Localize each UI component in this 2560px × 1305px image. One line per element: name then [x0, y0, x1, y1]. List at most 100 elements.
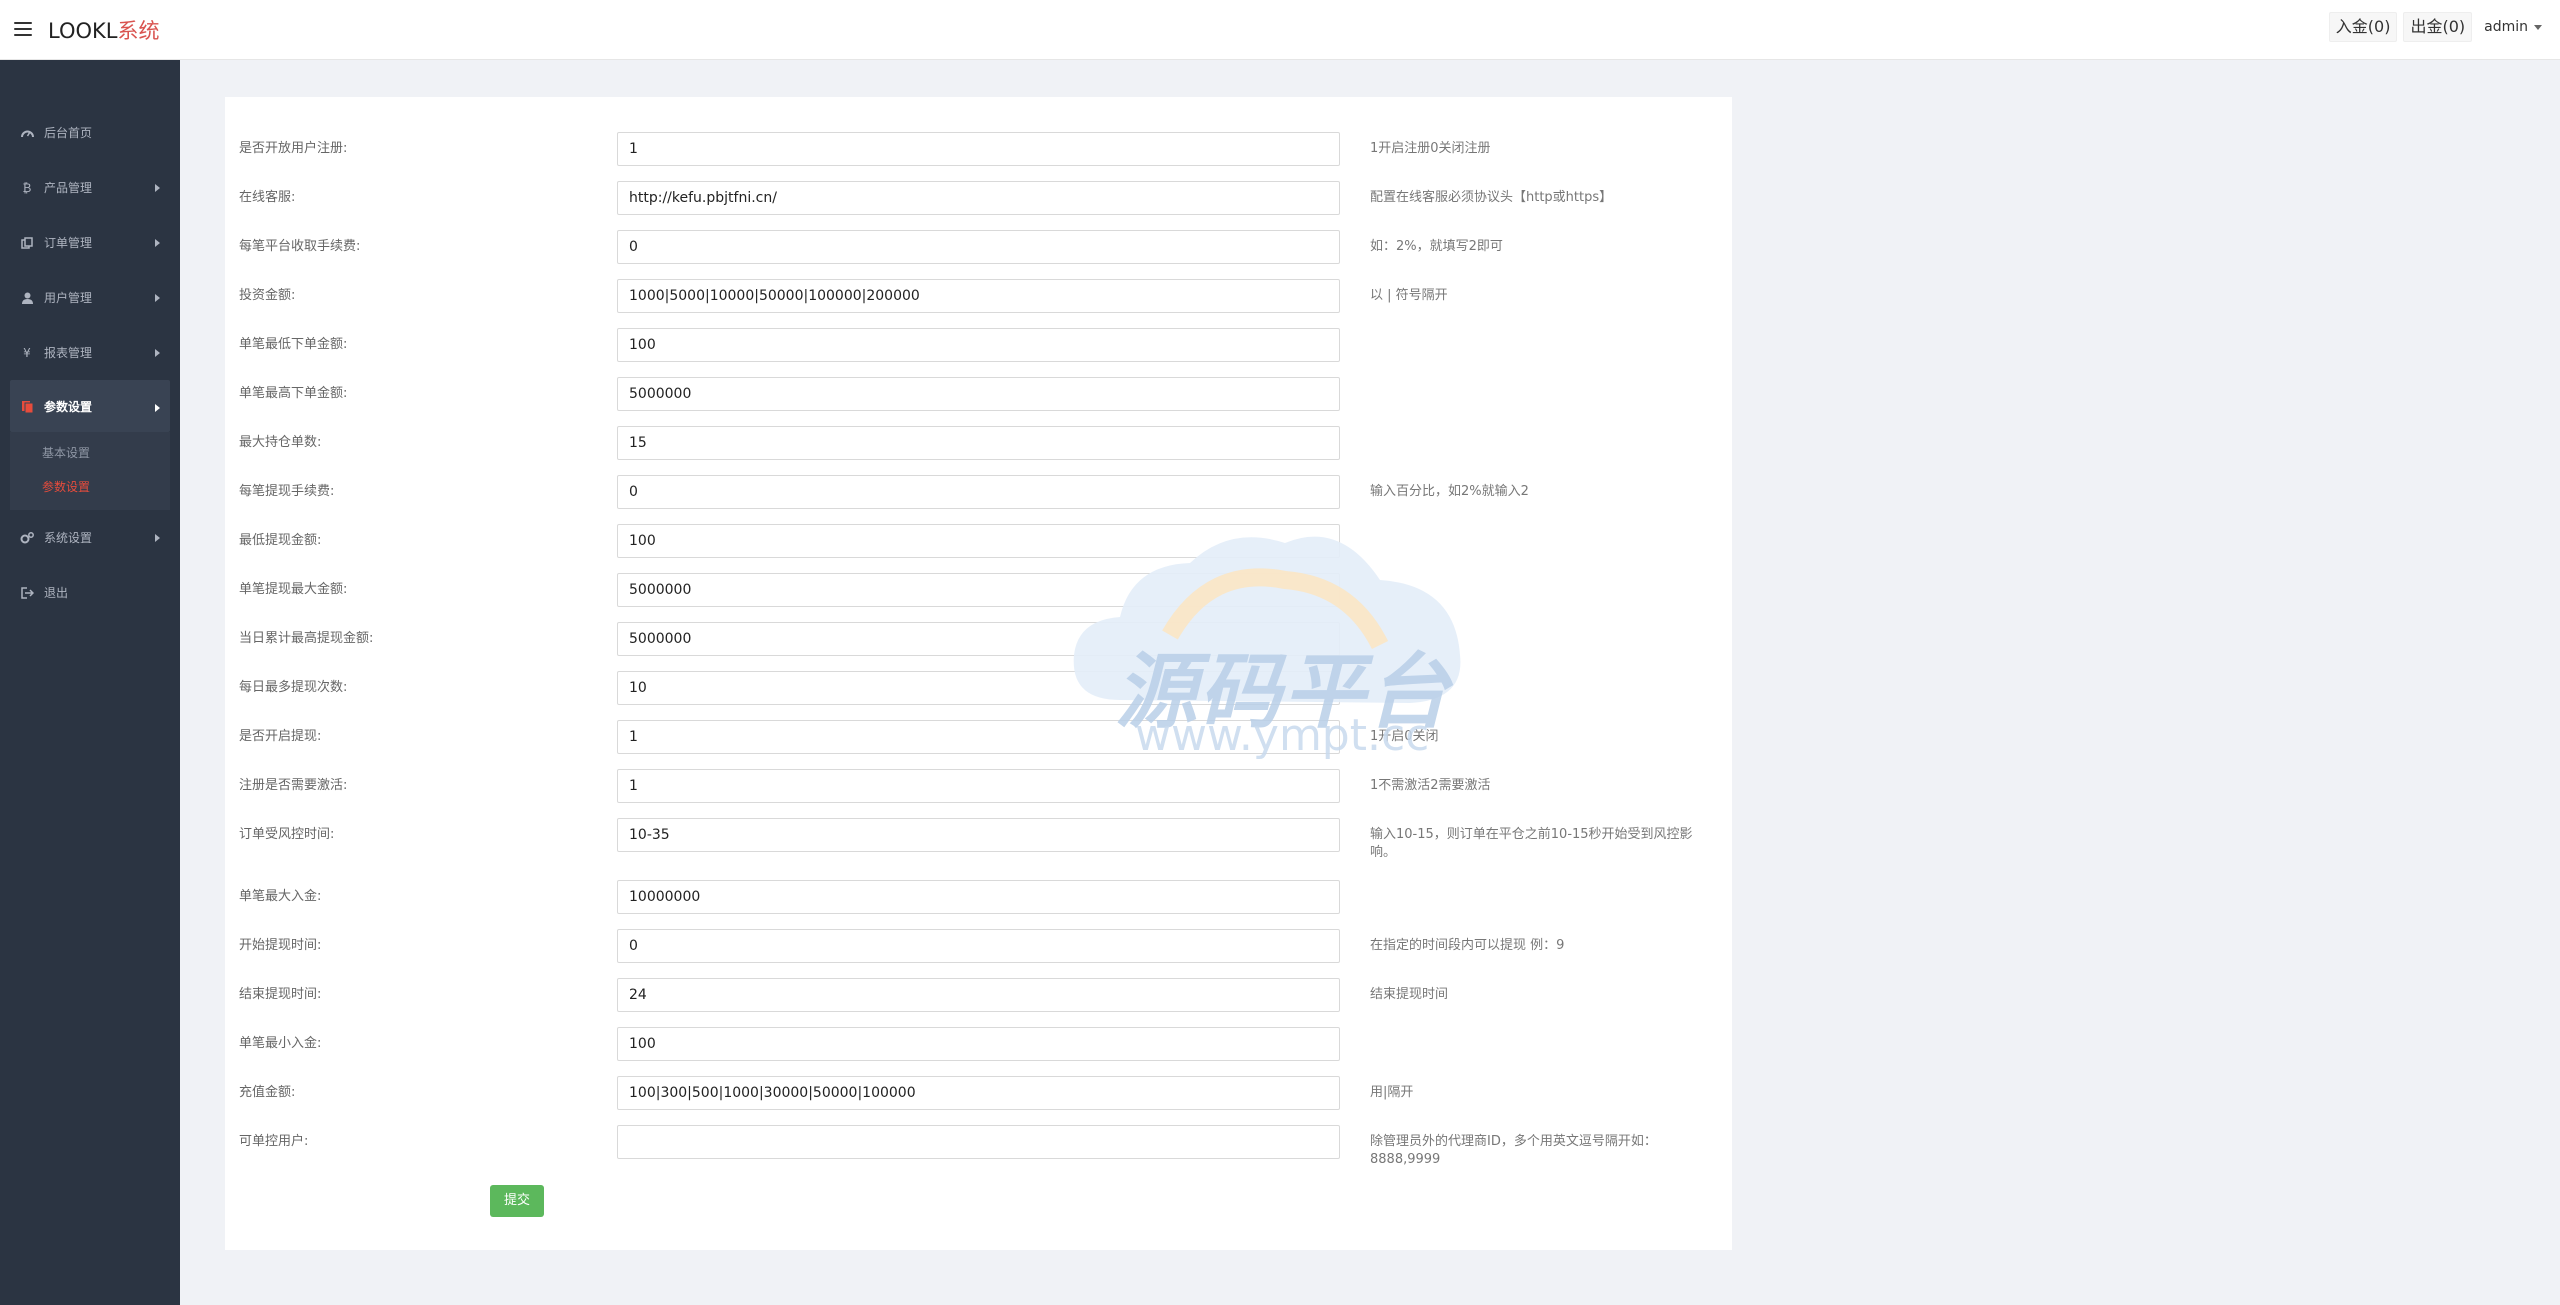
form-input[interactable] [617, 132, 1340, 166]
menu-toggle-icon[interactable] [14, 22, 32, 36]
form-hint: 如：2%，就填写2即可 [1370, 239, 1503, 254]
form-label: 是否开放用户注册: [239, 141, 348, 156]
form-hint [1370, 880, 1710, 888]
form-input[interactable] [617, 929, 1340, 963]
submenu-item-basic[interactable]: 基本设置 [10, 436, 170, 470]
sidebar-item-reports[interactable]: ¥ 报表管理 [0, 325, 180, 380]
submit-button[interactable]: 提交 [490, 1185, 544, 1217]
withdraw-button[interactable]: 出金(0) [2403, 12, 2473, 42]
sidebar-item-label: 后台首页 [44, 126, 93, 140]
yen-icon: ¥ [23, 345, 31, 360]
form-label: 开始提现时间: [239, 938, 322, 953]
sidebar-item-label: 用户管理 [44, 291, 93, 305]
sidebar-item-label: 产品管理 [44, 181, 93, 195]
form-label: 当日累计最高提现金额: [239, 631, 374, 646]
user-menu[interactable]: admin [2478, 13, 2548, 41]
sidebar-item-label: 订单管理 [44, 236, 93, 250]
deposit-button[interactable]: 入金(0) [2328, 12, 2398, 42]
form-hint: 除管理员外的代理商ID，多个用英文逗号隔开如：8888,9999 [1370, 1134, 1657, 1167]
form-hint: 结束提现时间 [1370, 987, 1449, 1002]
form-label: 可单控用户: [239, 1134, 309, 1149]
form-label: 单笔最大入金: [239, 889, 322, 904]
chevron-right-icon [155, 349, 160, 357]
form-label: 注册是否需要激活: [239, 778, 348, 793]
sidebar-item-label: 参数设置 [44, 399, 93, 414]
form-hint: 在指定的时间段内可以提现 例：9 [1370, 938, 1565, 953]
form-label: 单笔最高下单金额: [239, 386, 348, 401]
form-hint [1370, 426, 1710, 434]
chevron-right-icon [155, 534, 160, 542]
caret-down-icon [2534, 24, 2542, 30]
sidebar-item-label: 退出 [44, 586, 69, 600]
sidebar-item-users[interactable]: 用户管理 [0, 270, 180, 325]
form-hint [1370, 573, 1710, 581]
form-input[interactable] [617, 230, 1340, 264]
files-icon [20, 399, 34, 413]
form-label: 最大持仓单数: [239, 435, 322, 450]
form-input[interactable] [617, 475, 1340, 509]
form-label: 单笔最小入金: [239, 1036, 322, 1051]
params-submenu: 基本设置 参数设置 [10, 432, 170, 510]
form-input[interactable] [617, 573, 1340, 607]
form-input[interactable] [617, 720, 1340, 754]
form-hint: 用|隔开 [1370, 1085, 1414, 1100]
gears-icon [20, 531, 34, 545]
chevron-right-icon [155, 294, 160, 302]
form-label: 是否开启提现: [239, 729, 322, 744]
sidebar-item-system[interactable]: 系统设置 [0, 510, 180, 565]
form-input[interactable] [617, 426, 1340, 460]
submenu-item-params[interactable]: 参数设置 [10, 470, 170, 504]
user-name: admin [2484, 19, 2528, 35]
sidebar-item-products[interactable]: ₿ 产品管理 [0, 160, 180, 215]
form-input[interactable] [617, 524, 1340, 558]
form-input[interactable] [617, 181, 1340, 215]
form-hint: 配置在线客服必须协议头【http或https】 [1370, 190, 1613, 205]
sidebar-item-dashboard[interactable]: 后台首页 [0, 105, 180, 160]
form-hint [1370, 328, 1710, 336]
sidebar-item-params[interactable]: 参数设置 [10, 380, 170, 432]
form-hint [1370, 671, 1710, 679]
form-input[interactable] [617, 769, 1340, 803]
form-input[interactable] [617, 1076, 1340, 1110]
form-hint: 1开启0关闭 [1370, 729, 1439, 744]
form-input[interactable] [617, 978, 1340, 1012]
form-input[interactable] [617, 1027, 1340, 1061]
chevron-right-icon [155, 239, 160, 247]
form-label: 投资金额: [239, 288, 296, 303]
settings-panel: 是否开放用户注册: 1开启注册0关闭注册在线客服: 配置在线客服必须协议头【http… [225, 97, 1732, 1250]
sidebar-item-orders[interactable]: 订单管理 [0, 215, 180, 270]
form-input[interactable] [617, 671, 1340, 705]
form-input[interactable] [617, 377, 1340, 411]
form-label: 单笔提现最大金额: [239, 582, 348, 597]
form-input[interactable] [617, 328, 1340, 362]
form-hint: 输入百分比，如2%就输入2 [1370, 484, 1529, 499]
form-label: 每笔提现手续费: [239, 484, 335, 499]
form-hint: 1不需激活2需要激活 [1370, 778, 1491, 793]
form-label: 最低提现金额: [239, 533, 322, 548]
form-label: 每日最多提现次数: [239, 680, 348, 695]
chevron-right-icon [155, 404, 160, 412]
sidebar-item-label: 系统设置 [44, 531, 93, 545]
brand-logo[interactable]: LOOKL系统 [48, 15, 159, 45]
sidebar-item-logout[interactable]: 退出 [0, 565, 180, 620]
brand-main: LOOKL [48, 19, 118, 43]
form-input[interactable] [617, 622, 1340, 656]
top-bar: LOOKL系统 入金(0) 出金(0) admin [0, 0, 2560, 60]
form-label: 单笔最低下单金额: [239, 337, 348, 352]
form-hint: 1开启注册0关闭注册 [1370, 141, 1491, 156]
form-label: 每笔平台收取手续费: [239, 239, 361, 254]
form-input[interactable] [617, 279, 1340, 313]
form-input[interactable] [617, 818, 1340, 852]
brand-accent: 系统 [117, 19, 160, 43]
user-icon [20, 291, 34, 305]
sidebar-item-label: 报表管理 [44, 346, 93, 360]
form-label: 结束提现时间: [239, 987, 322, 1002]
bitcoin-icon: ₿ [22, 180, 32, 195]
form-hint [1370, 524, 1710, 532]
chevron-right-icon [155, 184, 160, 192]
form-hint [1370, 1027, 1710, 1035]
form-input[interactable] [617, 1125, 1340, 1159]
form-hint [1370, 377, 1710, 385]
form-input[interactable] [617, 880, 1340, 914]
copy-icon [20, 236, 34, 250]
